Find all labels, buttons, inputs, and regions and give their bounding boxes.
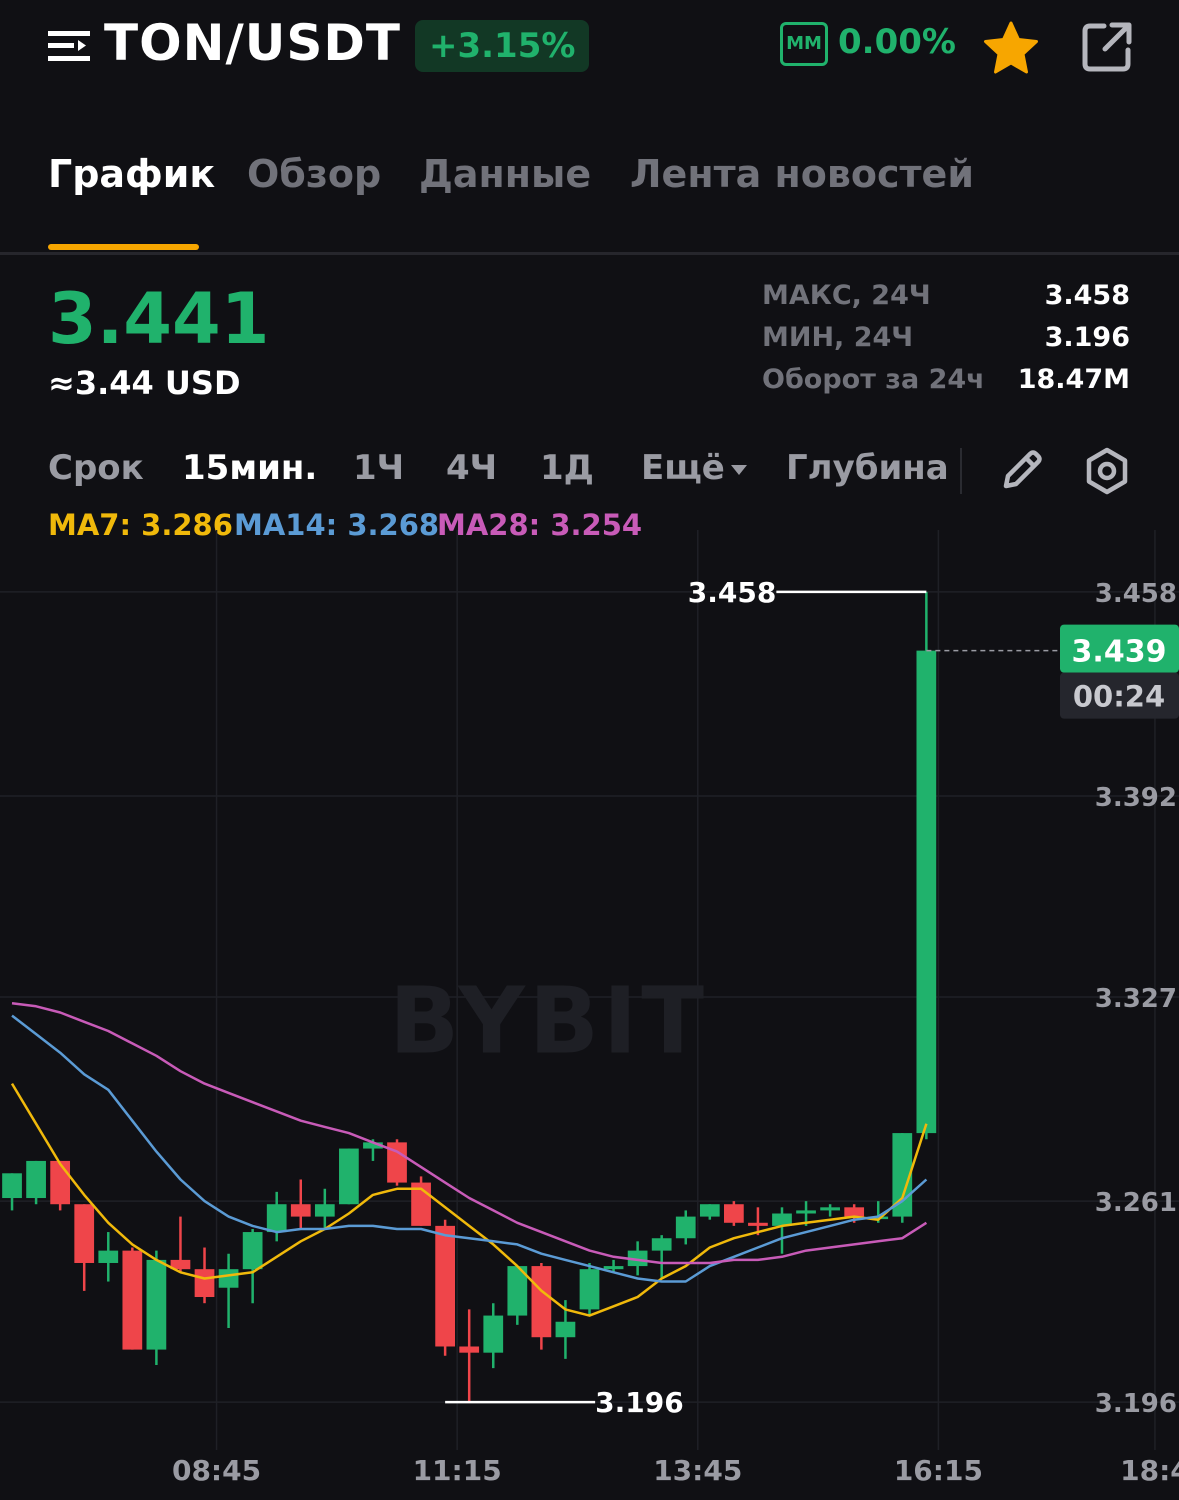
candle-body (916, 650, 937, 1134)
last-price-tag-label: 3.439 (1072, 635, 1167, 670)
share-icon[interactable] (1080, 20, 1134, 74)
bybit-watermark: BYBIT (389, 968, 708, 1075)
y-tick-label: 3.458 (1095, 579, 1177, 609)
candle-body (699, 1204, 720, 1217)
candle-body (266, 1204, 287, 1233)
tab-chart[interactable]: График (48, 152, 215, 196)
mm-value[interactable]: 0.00% (838, 22, 956, 62)
candle-body (50, 1160, 71, 1205)
timeframe-15m[interactable]: 15мин. (182, 448, 317, 488)
change-badge: +3.15% (415, 20, 590, 72)
gear-icon[interactable] (1082, 446, 1132, 496)
tab-data[interactable]: Данные (419, 152, 591, 196)
pair-title[interactable]: TON/USDT (104, 14, 401, 72)
candle-body (844, 1207, 865, 1217)
high-marker-label: 3.458 (688, 576, 777, 609)
more-label: Ещё (641, 448, 725, 488)
header-bar: TON/USDT +3.15% MM 0.00% (0, 0, 1179, 100)
stat-high-value: 3.458 (1044, 280, 1130, 311)
tab-overview[interactable]: Обзор (247, 152, 381, 196)
candle-body (194, 1269, 215, 1298)
candle-body (748, 1222, 768, 1226)
candle-body (2, 1173, 22, 1199)
stat-high-label: МАКС, 24Ч (762, 280, 931, 311)
candle-body (122, 1250, 143, 1350)
candle-body (242, 1232, 263, 1270)
candle-body (98, 1250, 119, 1263)
price-usd: ≈3.44 USD (48, 364, 241, 402)
candle-body (290, 1204, 311, 1217)
candle-body (603, 1266, 624, 1270)
y-tick-label: 3.327 (1095, 984, 1177, 1014)
candle-body (435, 1225, 455, 1347)
toolbar-divider (960, 448, 962, 494)
candle-body (724, 1204, 744, 1223)
tab-bar: График Обзор Данные Лента новостей (0, 130, 1179, 255)
more-dropdown[interactable]: Ещё (641, 448, 747, 488)
timeframe-4h[interactable]: 4Ч (446, 448, 497, 488)
candle-body (146, 1259, 167, 1350)
candle-body (555, 1321, 576, 1338)
candle-body (796, 1210, 816, 1214)
candle-body (820, 1207, 840, 1211)
candlestick-chart[interactable]: BYBIT 3.458 3.392 3.327 3.261 3.196 08:45 11:15… (0, 530, 1179, 1500)
active-tab-indicator (48, 244, 199, 250)
candle-body (651, 1238, 672, 1251)
x-tick-label: 11:15 (413, 1454, 502, 1487)
stat-turnover-value: 18.47M (1017, 364, 1130, 395)
candle-body (314, 1204, 335, 1217)
stat-turnover-label: Оборот за 24ч (762, 364, 985, 395)
candle-body (459, 1346, 480, 1353)
x-tick-label: 13:45 (653, 1454, 742, 1487)
menu-icon[interactable] (48, 28, 90, 64)
countdown-label: 00:24 (1073, 680, 1165, 714)
candle-body (339, 1148, 359, 1205)
last-price: 3.441 (48, 278, 270, 360)
x-tick-label: 08:45 (172, 1454, 261, 1487)
y-tick-label: 3.196 (1095, 1389, 1177, 1419)
candle-body (74, 1204, 95, 1263)
y-tick-label: 3.261 (1095, 1188, 1177, 1218)
low-marker-label: 3.196 (595, 1386, 684, 1419)
star-icon[interactable] (982, 20, 1040, 76)
y-tick-label: 3.392 (1095, 783, 1177, 813)
candle-body (26, 1160, 46, 1199)
timeframe-1d[interactable]: 1Д (540, 448, 594, 488)
stat-low-label: МИН, 24Ч (762, 322, 914, 353)
candle-body (675, 1216, 696, 1239)
timeframe-1h[interactable]: 1Ч (353, 448, 404, 488)
mm-icon[interactable]: MM (780, 22, 828, 66)
stat-low-value: 3.196 (1044, 322, 1130, 353)
candle-body (579, 1269, 600, 1310)
candle-body (531, 1266, 552, 1338)
candle-body (483, 1315, 504, 1353)
candle-body (218, 1269, 239, 1288)
pencil-icon[interactable] (998, 446, 1046, 494)
tab-news-feed[interactable]: Лента новостей (630, 152, 974, 196)
depth-button[interactable]: Глубина (786, 448, 949, 488)
x-tick-label: 18:4 (1120, 1454, 1179, 1487)
chevron-down-icon (730, 464, 747, 475)
term-label: Срок (48, 448, 144, 488)
x-tick-label: 16:15 (894, 1454, 983, 1487)
